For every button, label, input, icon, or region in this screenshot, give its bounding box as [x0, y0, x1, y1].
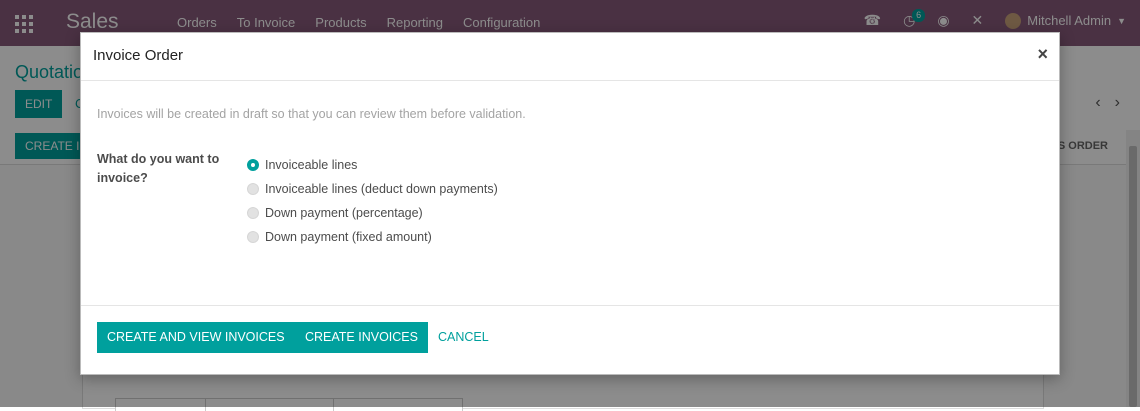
option-label[interactable]: Down payment (fixed amount): [265, 230, 432, 244]
field-label: What do you want to invoice?: [97, 152, 220, 185]
info-text: Invoices will be created in draft so tha…: [97, 107, 526, 121]
cancel-button[interactable]: CANCEL: [428, 322, 499, 353]
close-icon[interactable]: ×: [1037, 44, 1048, 65]
invoice-order-dialog: Invoice Order × Invoices will be created…: [80, 32, 1060, 375]
option-down-payment-fixed[interactable]: Down payment (fixed amount): [247, 222, 498, 251]
radio-icon[interactable]: [247, 230, 259, 243]
invoice-method-radio-group: Invoiceable lines Invoiceable lines (ded…: [247, 150, 498, 251]
option-label[interactable]: Invoiceable lines (deduct down payments): [265, 182, 498, 196]
modal-footer: CREATE AND VIEW INVOICES CREATE INVOICES…: [81, 305, 1059, 375]
modal-body: Invoices will be created in draft so tha…: [81, 81, 1059, 305]
option-label[interactable]: Down payment (percentage): [265, 206, 423, 220]
modal-title: Invoice Order: [93, 47, 184, 64]
radio-icon[interactable]: [247, 182, 259, 195]
option-label[interactable]: Invoiceable lines: [265, 158, 357, 172]
radio-checked-icon[interactable]: [247, 158, 259, 171]
create-invoices-button[interactable]: CREATE INVOICES: [295, 322, 428, 353]
create-and-view-invoices-button[interactable]: CREATE AND VIEW INVOICES: [97, 322, 295, 353]
modal-header: Invoice Order ×: [81, 33, 1059, 81]
radio-icon[interactable]: [247, 206, 259, 219]
